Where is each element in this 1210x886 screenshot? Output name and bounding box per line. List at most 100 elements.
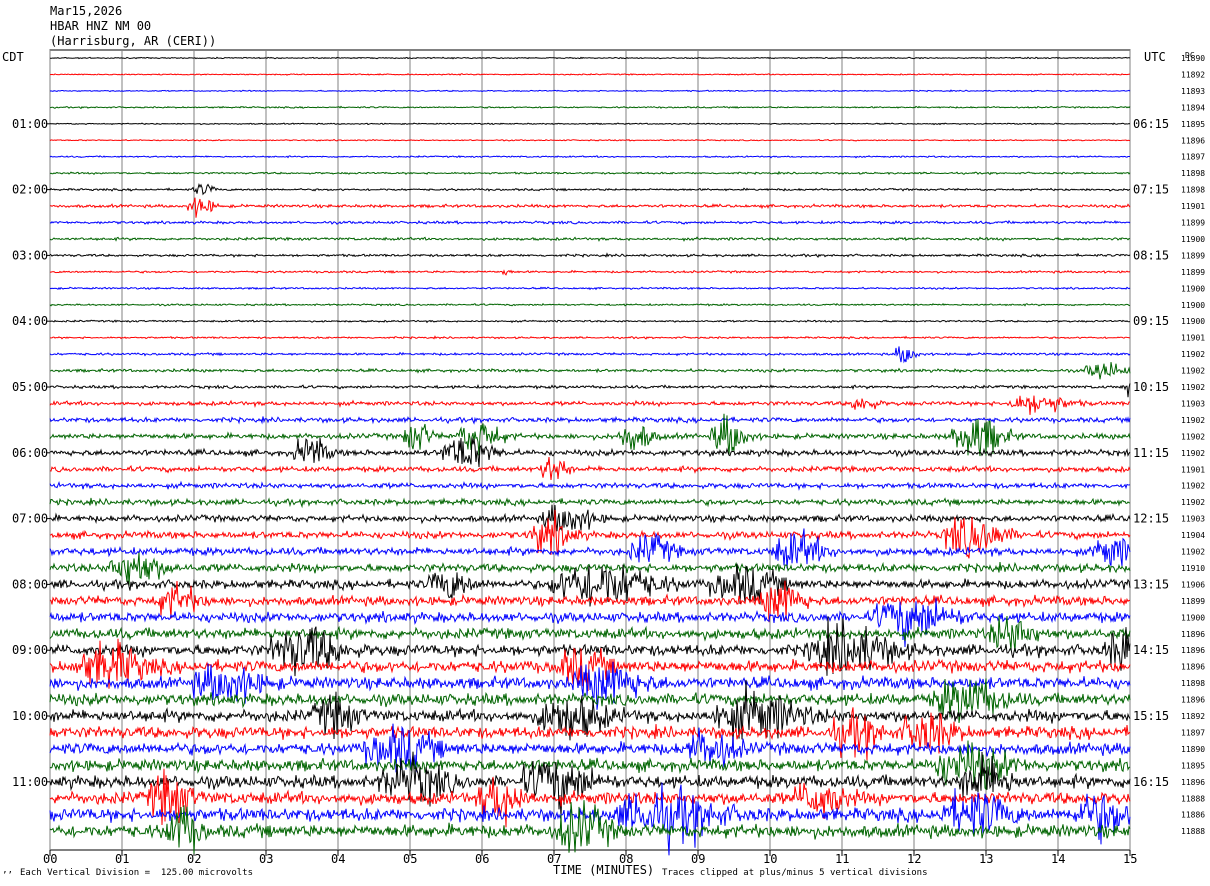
cdt-time-label: 08:00 — [12, 577, 48, 591]
x-tick-label: 03 — [259, 852, 273, 866]
dc-offset-label: 11901 — [1181, 465, 1205, 474]
utc-time-label: 10:15 — [1133, 380, 1169, 394]
dc-offset-label: 11900 — [1181, 235, 1205, 244]
dc-offset-label: 11902 — [1181, 482, 1205, 491]
seismic-trace — [49, 197, 1131, 218]
seismic-trace — [49, 457, 1131, 480]
cdt-time-label: 07:00 — [12, 512, 48, 526]
x-tick-label: 10 — [763, 852, 777, 866]
dc-offset-label: 11902 — [1181, 383, 1205, 392]
dc-offset-label: 11888 — [1181, 827, 1205, 836]
cdt-time-label: 10:00 — [12, 709, 48, 723]
seismic-trace — [49, 219, 1131, 226]
x-tick-label: 00 — [43, 852, 57, 866]
seismic-trace — [49, 170, 1131, 176]
dc-offset-label: 11896 — [1181, 778, 1205, 787]
dc-offset-label: 11899 — [1181, 597, 1205, 606]
dc-offset-label: 11904 — [1181, 531, 1205, 540]
corner-mark: ’’ — [2, 871, 13, 881]
x-axis-title: TIME (MINUTES) — [553, 863, 655, 877]
dc-offset-label: 11898 — [1181, 169, 1205, 178]
dc-offset-label: 11910 — [1181, 564, 1205, 573]
utc-time-label: 09:15 — [1133, 314, 1169, 328]
seismic-trace — [49, 72, 1131, 76]
dc-offset-label: 11899 — [1181, 219, 1205, 228]
seismic-trace — [49, 122, 1131, 126]
dc-offset-label: 11899 — [1181, 268, 1205, 277]
dc-offset-label: 11901 — [1181, 202, 1205, 211]
dc-offset-label: 11890 — [1181, 54, 1205, 63]
x-tick-label: 13 — [979, 852, 993, 866]
dc-offset-label: 11902 — [1181, 350, 1205, 359]
utc-time-label: 13:15 — [1133, 577, 1169, 591]
seismic-trace — [49, 437, 1131, 468]
dc-offset-label: 11900 — [1181, 613, 1205, 622]
seismic-trace — [49, 89, 1131, 93]
dc-offset-label: 11899 — [1181, 251, 1205, 260]
seismic-trace — [49, 105, 1131, 110]
dc-offset-label: 11901 — [1181, 334, 1205, 343]
cdt-time-label: 03:00 — [12, 248, 48, 262]
dc-offset-label: 11896 — [1181, 630, 1205, 639]
seismic-trace — [49, 138, 1131, 142]
dc-offset-label: 11890 — [1181, 745, 1205, 754]
x-tick-label: 05 — [403, 852, 417, 866]
cdt-time-label: 02:00 — [12, 183, 48, 197]
x-tick-label: 04 — [331, 852, 345, 866]
dc-offset-label: 11902 — [1181, 367, 1205, 376]
seismic-trace — [49, 286, 1131, 291]
dc-offset-label: 11892 — [1181, 70, 1205, 79]
utc-time-label: 08:15 — [1133, 248, 1169, 262]
seismic-trace — [49, 302, 1131, 307]
dc-offset-label: 11902 — [1181, 432, 1205, 441]
dc-offset-label: 11906 — [1181, 580, 1205, 589]
dc-offset-label: 11893 — [1181, 87, 1205, 96]
dc-offset-label: 11897 — [1181, 153, 1205, 162]
dc-offset-label: 11902 — [1181, 416, 1205, 425]
utc-time-label: 16:15 — [1133, 775, 1169, 789]
dc-offset-label: 11895 — [1181, 120, 1205, 129]
utc-time-label: 15:15 — [1133, 709, 1169, 723]
x-tick-label: 11 — [835, 852, 849, 866]
utc-time-label: 06:15 — [1133, 117, 1169, 131]
utc-time-label: 12:15 — [1133, 512, 1169, 526]
seismic-trace — [49, 383, 1131, 398]
dc-offset-label: 11902 — [1181, 498, 1205, 507]
dc-offset-label: 11900 — [1181, 301, 1205, 310]
x-tick-label: 06 — [475, 852, 489, 866]
cdt-time-label: 01:00 — [12, 117, 48, 131]
dc-offset-label: 11902 — [1181, 449, 1205, 458]
dc-offset-label: 11900 — [1181, 284, 1205, 293]
axis-labels: 11890 11892 11893 11894 11895 11896 11897 11898… — [12, 54, 1205, 866]
dc-offset-label: 11892 — [1181, 712, 1205, 721]
dc-offset-label: 11896 — [1181, 696, 1205, 705]
seismic-trace — [49, 346, 1131, 364]
dc-offset-label: 11896 — [1181, 663, 1205, 672]
seismic-trace — [49, 155, 1130, 159]
seismic-trace — [49, 497, 1131, 509]
x-tick-label: 14 — [1051, 852, 1065, 866]
seismogram-traces — [49, 56, 1131, 856]
seismic-trace — [49, 395, 1130, 415]
seismic-trace — [49, 269, 1131, 276]
cdt-time-label: 09:00 — [12, 643, 48, 657]
seismic-trace — [49, 252, 1131, 259]
seismogram-plot: 11890 11892 11893 11894 11895 11896 11897 11898… — [12, 49, 1205, 866]
seismic-trace — [49, 800, 1131, 854]
x-tick-label: 01 — [115, 852, 129, 866]
cdt-time-label: 11:00 — [12, 775, 48, 789]
dc-offset-label: 11894 — [1181, 103, 1205, 112]
x-tick-label: 12 — [907, 852, 921, 866]
x-tick-label: 02 — [187, 852, 201, 866]
dc-offset-label: 11898 — [1181, 679, 1205, 688]
seismic-trace — [49, 415, 1131, 425]
seismic-trace — [49, 319, 1131, 324]
utc-time-label: 07:15 — [1133, 183, 1169, 197]
dc-offset-label: 11896 — [1181, 136, 1205, 145]
seismic-trace — [49, 362, 1131, 380]
dc-offset-label: 11896 — [1181, 646, 1205, 655]
dc-offset-label: 11902 — [1181, 548, 1205, 557]
dc-offset-label: 11903 — [1181, 515, 1205, 524]
dc-offset-label: 11886 — [1181, 811, 1205, 820]
x-tick-label: 09 — [691, 852, 705, 866]
